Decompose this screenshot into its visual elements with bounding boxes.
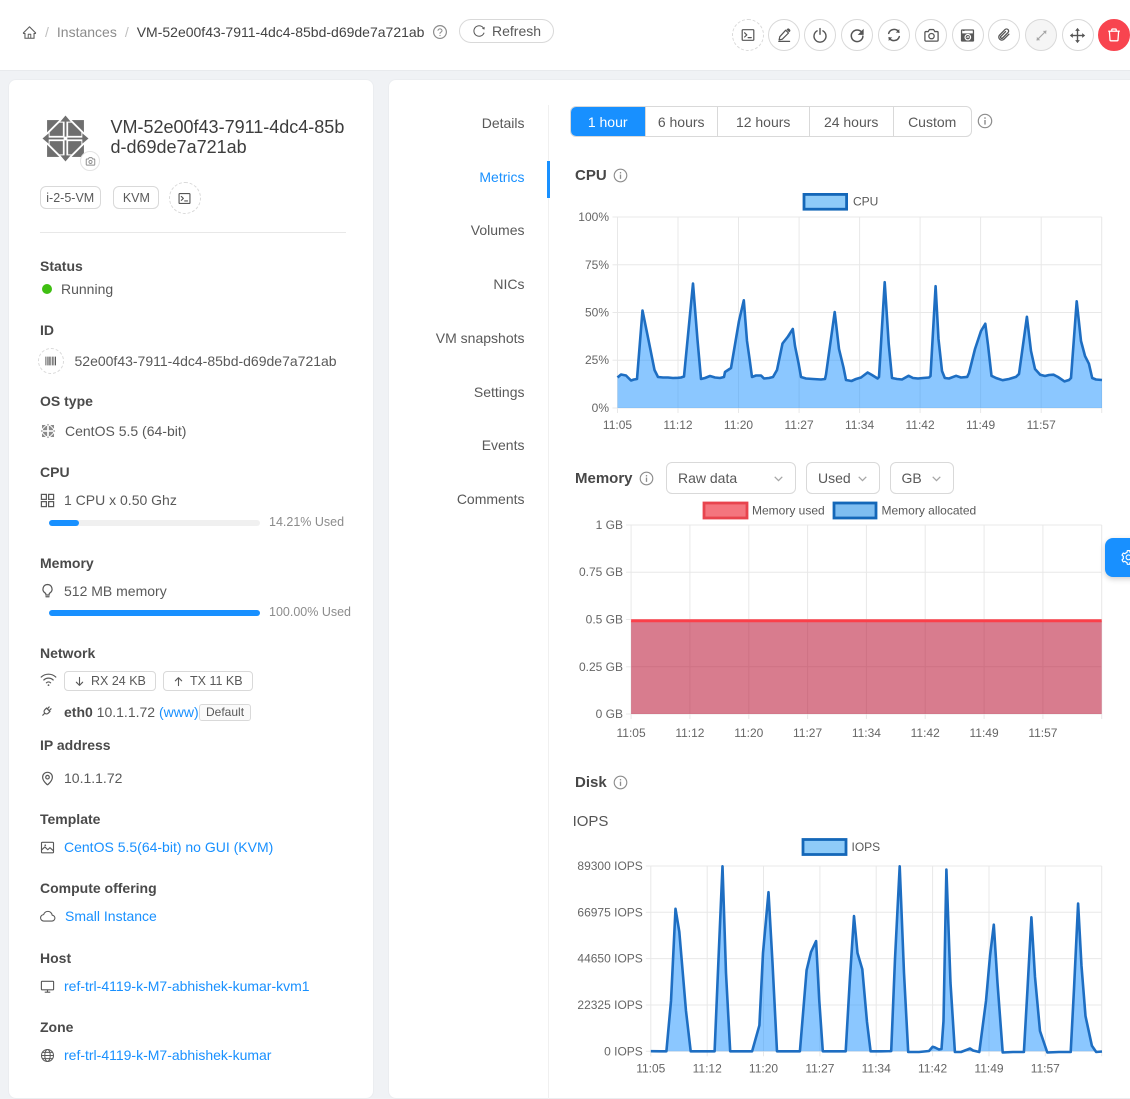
svg-text:11:49: 11:49 xyxy=(974,1061,1003,1075)
svg-text:0.25 GB: 0.25 GB xyxy=(579,660,623,674)
svg-text:CPU: CPU xyxy=(853,195,878,209)
svg-text:25%: 25% xyxy=(585,353,609,367)
svg-text:IOPS: IOPS xyxy=(852,840,881,854)
svg-text:11:05: 11:05 xyxy=(603,418,632,432)
svg-text:11:12: 11:12 xyxy=(693,1061,722,1075)
svg-text:66975 IOPS: 66975 IOPS xyxy=(577,905,642,919)
svg-text:11:34: 11:34 xyxy=(862,1061,891,1075)
svg-text:1 GB: 1 GB xyxy=(596,518,623,532)
svg-text:11:57: 11:57 xyxy=(1031,1061,1060,1075)
svg-text:Memory allocated: Memory allocated xyxy=(882,504,977,518)
svg-text:11:12: 11:12 xyxy=(675,726,704,740)
svg-text:11:57: 11:57 xyxy=(1028,726,1057,740)
svg-text:0 IOPS: 0 IOPS xyxy=(604,1044,643,1058)
svg-text:11:57: 11:57 xyxy=(1027,418,1056,432)
svg-text:0.75 GB: 0.75 GB xyxy=(579,565,623,579)
svg-text:11:20: 11:20 xyxy=(734,726,763,740)
svg-text:75%: 75% xyxy=(585,258,609,272)
svg-text:Memory used: Memory used xyxy=(752,504,825,518)
svg-text:11:20: 11:20 xyxy=(724,418,753,432)
svg-text:0.5 GB: 0.5 GB xyxy=(586,613,623,627)
svg-text:100%: 100% xyxy=(578,210,609,224)
svg-text:0 GB: 0 GB xyxy=(596,707,623,721)
svg-text:11:34: 11:34 xyxy=(852,726,881,740)
svg-text:89300 IOPS: 89300 IOPS xyxy=(577,859,642,873)
svg-text:11:05: 11:05 xyxy=(636,1061,665,1075)
svg-text:11:42: 11:42 xyxy=(906,418,935,432)
svg-text:44650 IOPS: 44650 IOPS xyxy=(577,952,642,966)
svg-text:11:42: 11:42 xyxy=(918,1061,947,1075)
svg-text:50%: 50% xyxy=(585,306,609,320)
svg-text:11:49: 11:49 xyxy=(966,418,995,432)
svg-text:0%: 0% xyxy=(592,401,610,415)
svg-text:11:34: 11:34 xyxy=(845,418,874,432)
svg-text:11:27: 11:27 xyxy=(785,418,814,432)
svg-text:11:27: 11:27 xyxy=(805,1061,834,1075)
svg-text:22325 IOPS: 22325 IOPS xyxy=(577,998,642,1012)
svg-text:11:05: 11:05 xyxy=(617,726,646,740)
svg-text:11:49: 11:49 xyxy=(970,726,999,740)
svg-text:11:12: 11:12 xyxy=(663,418,692,432)
svg-text:11:20: 11:20 xyxy=(749,1061,778,1075)
svg-text:11:42: 11:42 xyxy=(911,726,940,740)
svg-text:11:27: 11:27 xyxy=(793,726,822,740)
